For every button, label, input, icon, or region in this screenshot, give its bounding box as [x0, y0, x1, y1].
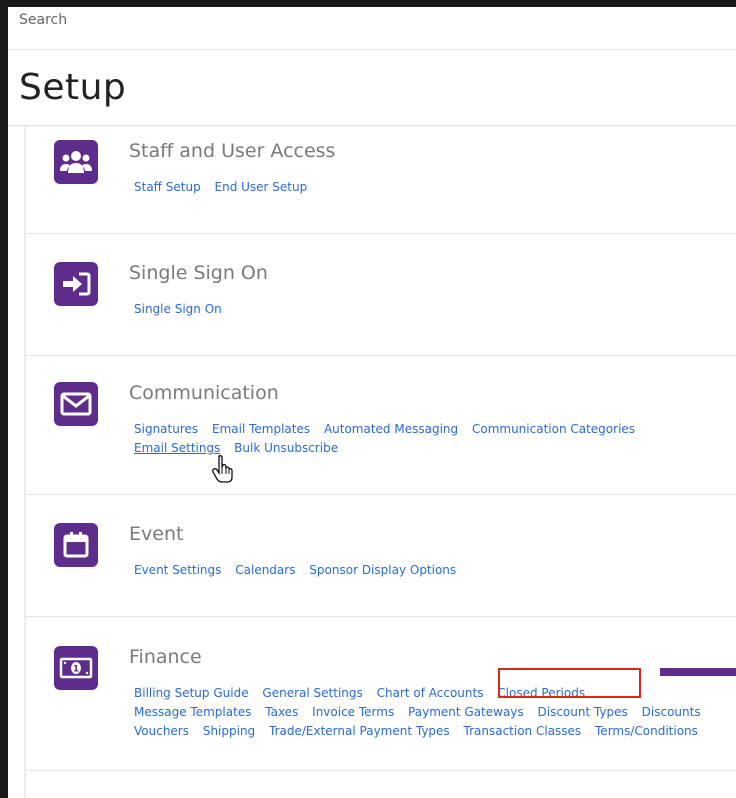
- highlight-box: [498, 668, 641, 698]
- link-event-settings[interactable]: Event Settings: [134, 563, 221, 577]
- svg-text:1: 1: [73, 665, 79, 675]
- link-discount-types[interactable]: Discount Types: [538, 705, 628, 719]
- hand-pointer-cursor-icon: [210, 454, 236, 484]
- section-finance: 1 Finance Billing Setup Guide General Se…: [26, 632, 736, 772]
- section-staff-and-user-access: Staff and User Access Staff Setup End Us…: [26, 126, 736, 234]
- link-trade-external-payment-types[interactable]: Trade/External Payment Types: [269, 724, 450, 738]
- envelope-icon: [54, 382, 98, 426]
- link-terms-conditions[interactable]: Terms/Conditions: [595, 724, 698, 738]
- link-message-templates[interactable]: Message Templates: [134, 705, 251, 719]
- section-divider: [26, 770, 736, 771]
- sign-in-icon: [54, 262, 98, 306]
- link-discounts[interactable]: Discounts: [642, 705, 701, 719]
- link-payment-gateways[interactable]: Payment Gateways: [408, 705, 524, 719]
- link-taxes[interactable]: Taxes: [265, 705, 298, 719]
- link-sponsor-display-options[interactable]: Sponsor Display Options: [309, 563, 456, 577]
- link-signatures[interactable]: Signatures: [134, 422, 198, 436]
- link-end-user-setup[interactable]: End User Setup: [215, 180, 308, 194]
- window-frame-left: [0, 0, 8, 798]
- link-invoice-terms[interactable]: Invoice Terms: [312, 705, 394, 719]
- link-calendars[interactable]: Calendars: [235, 563, 295, 577]
- users-icon: [54, 140, 98, 184]
- money-bill-icon: 1: [54, 646, 98, 690]
- search-bar: [8, 7, 736, 50]
- section-communication: Communication Signatures Email Templates…: [26, 368, 736, 495]
- section-title: Communication: [129, 382, 279, 404]
- link-general-settings[interactable]: General Settings: [262, 686, 362, 700]
- page-title: Setup: [19, 67, 127, 108]
- section-event: Event Event Settings Calendars Sponsor D…: [26, 509, 736, 617]
- section-links: Signatures Email Templates Automated Mes…: [134, 420, 724, 458]
- section-links: Staff Setup End User Setup: [134, 178, 724, 197]
- link-shipping[interactable]: Shipping: [203, 724, 255, 738]
- section-links: Event Settings Calendars Sponsor Display…: [134, 561, 724, 580]
- section-divider: [26, 616, 736, 617]
- section-title: Staff and User Access: [129, 140, 336, 162]
- search-input[interactable]: [8, 7, 519, 33]
- section-divider: [26, 494, 736, 495]
- link-transaction-classes[interactable]: Transaction Classes: [464, 724, 582, 738]
- link-single-sign-on[interactable]: Single Sign On: [134, 302, 222, 316]
- link-staff-setup[interactable]: Staff Setup: [134, 180, 201, 194]
- section-divider: [26, 233, 736, 234]
- calendar-icon: [54, 523, 98, 567]
- link-vouchers[interactable]: Vouchers: [134, 724, 189, 738]
- section-single-sign-on: Single Sign On Single Sign On: [26, 248, 736, 356]
- section-title: Single Sign On: [129, 262, 268, 284]
- link-billing-setup-guide[interactable]: Billing Setup Guide: [134, 686, 249, 700]
- link-communication-categories[interactable]: Communication Categories: [472, 422, 635, 436]
- link-automated-messaging[interactable]: Automated Messaging: [324, 422, 458, 436]
- link-chart-of-accounts[interactable]: Chart of Accounts: [377, 686, 484, 700]
- link-bulk-unsubscribe[interactable]: Bulk Unsubscribe: [234, 441, 338, 455]
- section-divider: [26, 355, 736, 356]
- section-links: Single Sign On: [134, 300, 724, 319]
- annotation-arrow-bar: [660, 668, 736, 676]
- window-frame-top: [0, 0, 736, 7]
- section-title: Finance: [129, 646, 202, 668]
- link-email-templates[interactable]: Email Templates: [212, 422, 310, 436]
- link-email-settings[interactable]: Email Settings: [134, 441, 220, 455]
- section-title: Event: [129, 523, 184, 545]
